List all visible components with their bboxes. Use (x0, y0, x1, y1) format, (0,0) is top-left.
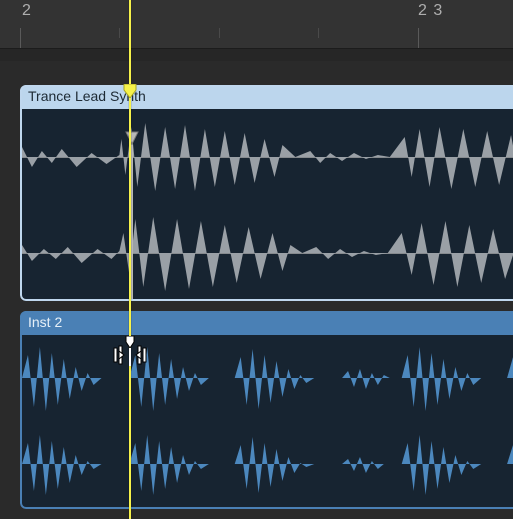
waveform-channel-left (22, 335, 513, 421)
audio-region-inst-2[interactable]: Inst 2 (20, 311, 513, 509)
ruler-lower-strip (0, 48, 513, 61)
audio-region-trance-lead-synth[interactable]: Trance Lead Synth (20, 85, 513, 301)
waveform-channel-right (22, 421, 513, 507)
playhead-line[interactable] (129, 0, 131, 519)
flex-anchor-line (131, 145, 133, 299)
tracks-area[interactable]: Trance Lead Synth (0, 70, 513, 519)
region-header[interactable]: Inst 2 (20, 311, 513, 338)
ruler-tick-major (20, 28, 21, 48)
ruler-tick-minor (119, 28, 120, 38)
flex-anchor-icon[interactable] (125, 131, 139, 145)
ruler-tick-minor (318, 28, 319, 38)
flex-time-cursor-icon (112, 336, 148, 366)
waveform-channel-left (22, 109, 513, 205)
timeline-ruler[interactable]: 2 2 3 (0, 0, 513, 60)
playhead-handle-icon[interactable] (122, 84, 138, 98)
region-header[interactable]: Trance Lead Synth (20, 85, 513, 112)
ruler-bar-label: 2 (22, 2, 32, 20)
waveform-channel-right (22, 205, 513, 299)
region-name-label: Inst 2 (28, 314, 62, 330)
ruler-bar-label: 2 3 (418, 2, 443, 20)
ruler-tick-major (418, 28, 419, 48)
region-body[interactable] (22, 335, 513, 507)
ruler-tick-minor (219, 28, 220, 38)
region-body[interactable] (22, 109, 513, 299)
